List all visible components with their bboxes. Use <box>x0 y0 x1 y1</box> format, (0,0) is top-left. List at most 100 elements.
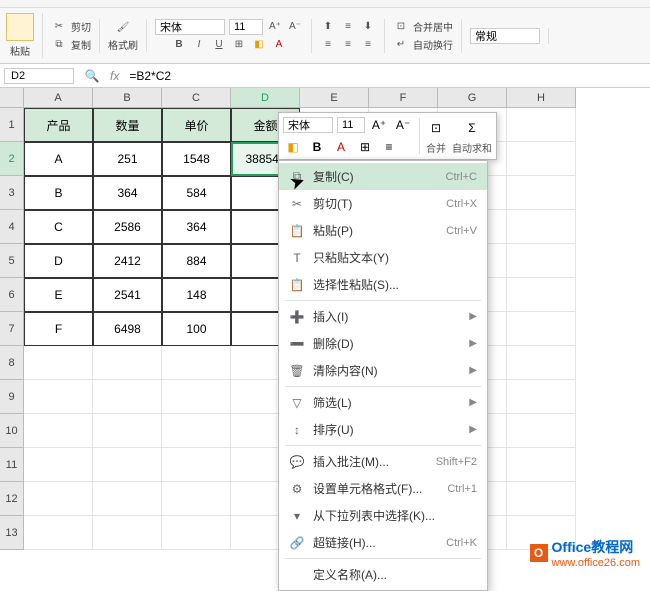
row-header-6[interactable]: 6 <box>0 278 24 312</box>
cell-H7[interactable] <box>507 312 576 346</box>
col-header-A[interactable]: A <box>24 88 93 108</box>
menu-item-cut[interactable]: ✂剪切(T)Ctrl+X <box>279 190 487 217</box>
cell-B12[interactable] <box>93 482 162 516</box>
format-painter-icon[interactable]: 🖌 <box>115 19 131 35</box>
cell-B11[interactable] <box>93 448 162 482</box>
cell-B4[interactable]: 2586 <box>93 210 162 244</box>
col-header-D[interactable]: D <box>231 88 300 108</box>
align-left-icon[interactable]: ≡ <box>320 37 336 53</box>
cell-A11[interactable] <box>24 448 93 482</box>
cell-B10[interactable] <box>93 414 162 448</box>
cell-C3[interactable]: 584 <box>162 176 231 210</box>
font-select[interactable] <box>155 19 225 35</box>
menu-item-dropdown[interactable]: ▾从下拉列表中选择(K)... <box>279 502 487 529</box>
cell-C13[interactable] <box>162 516 231 550</box>
col-header-B[interactable]: B <box>93 88 162 108</box>
row-header-4[interactable]: 4 <box>0 210 24 244</box>
cell-A12[interactable] <box>24 482 93 516</box>
row-header-12[interactable]: 12 <box>0 482 24 516</box>
menu-item-filter[interactable]: ▽筛选(L)▶ <box>279 389 487 416</box>
cell-C4[interactable]: 364 <box>162 210 231 244</box>
increase-font-icon[interactable]: A⁺ <box>267 19 283 35</box>
mini-font-select[interactable] <box>283 117 333 133</box>
fx-search-icon[interactable]: 🔍 <box>84 68 100 84</box>
cell-A4[interactable]: C <box>24 210 93 244</box>
cell-H5[interactable] <box>507 244 576 278</box>
decrease-font-icon[interactable]: A⁻ <box>287 19 303 35</box>
cell-C6[interactable]: 148 <box>162 278 231 312</box>
cell-A10[interactable] <box>24 414 93 448</box>
cell-C1[interactable]: 单价 <box>162 108 231 142</box>
cell-H12[interactable] <box>507 482 576 516</box>
merge-icon[interactable]: ⊡ <box>393 19 409 35</box>
cell-A5[interactable]: D <box>24 244 93 278</box>
mini-fill-icon[interactable]: ◧ <box>283 137 303 157</box>
bold-icon[interactable]: B <box>171 37 187 53</box>
row-header-8[interactable]: 8 <box>0 346 24 380</box>
mini-merge-icon[interactable]: ⊡ <box>426 118 446 138</box>
cell-B6[interactable]: 2541 <box>93 278 162 312</box>
menu-item-name[interactable]: 定义名称(A)... <box>279 561 487 588</box>
row-header-2[interactable]: 2 <box>0 142 24 176</box>
mini-decrease-font-icon[interactable]: A⁻ <box>393 115 413 135</box>
cell-A9[interactable] <box>24 380 93 414</box>
select-all-corner[interactable] <box>0 88 24 108</box>
row-header-9[interactable]: 9 <box>0 380 24 414</box>
row-header-3[interactable]: 3 <box>0 176 24 210</box>
menu-item-format[interactable]: ⚙设置单元格格式(F)...Ctrl+1 <box>279 475 487 502</box>
cell-B1[interactable]: 数量 <box>93 108 162 142</box>
mini-font-color-icon[interactable]: A <box>331 137 351 157</box>
mini-bold-icon[interactable]: B <box>307 137 327 157</box>
cell-B7[interactable]: 6498 <box>93 312 162 346</box>
cut-icon[interactable]: ✂ <box>51 19 67 35</box>
menu-item-sort[interactable]: ↕排序(U)▶ <box>279 416 487 443</box>
cell-H3[interactable] <box>507 176 576 210</box>
cell-H1[interactable] <box>507 108 576 142</box>
font-size-select[interactable] <box>229 19 263 35</box>
cell-H9[interactable] <box>507 380 576 414</box>
mini-align-icon[interactable]: ≡ <box>379 137 399 157</box>
menu-item-text[interactable]: T只粘贴文本(Y) <box>279 244 487 271</box>
cell-H10[interactable] <box>507 414 576 448</box>
row-header-13[interactable]: 13 <box>0 516 24 550</box>
row-header-7[interactable]: 7 <box>0 312 24 346</box>
cell-C11[interactable] <box>162 448 231 482</box>
paste-icon[interactable] <box>6 13 34 41</box>
menu-item-comment[interactable]: 💬插入批注(M)...Shift+F2 <box>279 448 487 475</box>
mini-border-icon[interactable]: ⊞ <box>355 137 375 157</box>
col-header-C[interactable]: C <box>162 88 231 108</box>
cell-H2[interactable] <box>507 142 576 176</box>
copy-icon[interactable]: ⧉ <box>51 37 67 53</box>
cell-C9[interactable] <box>162 380 231 414</box>
cell-C2[interactable]: 1548 <box>162 142 231 176</box>
menu-item-paste-special[interactable]: 📋选择性粘贴(S)... <box>279 271 487 298</box>
cell-A3[interactable]: B <box>24 176 93 210</box>
cell-C10[interactable] <box>162 414 231 448</box>
border-icon[interactable]: ⊞ <box>231 37 247 53</box>
cell-C12[interactable] <box>162 482 231 516</box>
cell-B8[interactable] <box>93 346 162 380</box>
cell-B9[interactable] <box>93 380 162 414</box>
cell-A1[interactable]: 产品 <box>24 108 93 142</box>
col-header-F[interactable]: F <box>369 88 438 108</box>
row-header-1[interactable]: 1 <box>0 108 24 142</box>
cell-A6[interactable]: E <box>24 278 93 312</box>
cell-B5[interactable]: 2412 <box>93 244 162 278</box>
col-header-G[interactable]: G <box>438 88 507 108</box>
align-right-icon[interactable]: ≡ <box>360 37 376 53</box>
cell-A7[interactable]: F <box>24 312 93 346</box>
underline-icon[interactable]: U <box>211 37 227 53</box>
cell-A2[interactable]: A <box>24 142 93 176</box>
menu-item-paste[interactable]: 📋粘贴(P)Ctrl+V <box>279 217 487 244</box>
cell-H6[interactable] <box>507 278 576 312</box>
cell-C7[interactable]: 100 <box>162 312 231 346</box>
formula-input[interactable] <box>129 69 646 83</box>
menu-item-clear[interactable]: 🗑清除内容(N)▶ <box>279 357 487 384</box>
row-header-11[interactable]: 11 <box>0 448 24 482</box>
cell-A13[interactable] <box>24 516 93 550</box>
align-middle-icon[interactable]: ≡ <box>340 19 356 35</box>
row-header-10[interactable]: 10 <box>0 414 24 448</box>
cell-B3[interactable]: 364 <box>93 176 162 210</box>
cell-H4[interactable] <box>507 210 576 244</box>
col-header-E[interactable]: E <box>300 88 369 108</box>
